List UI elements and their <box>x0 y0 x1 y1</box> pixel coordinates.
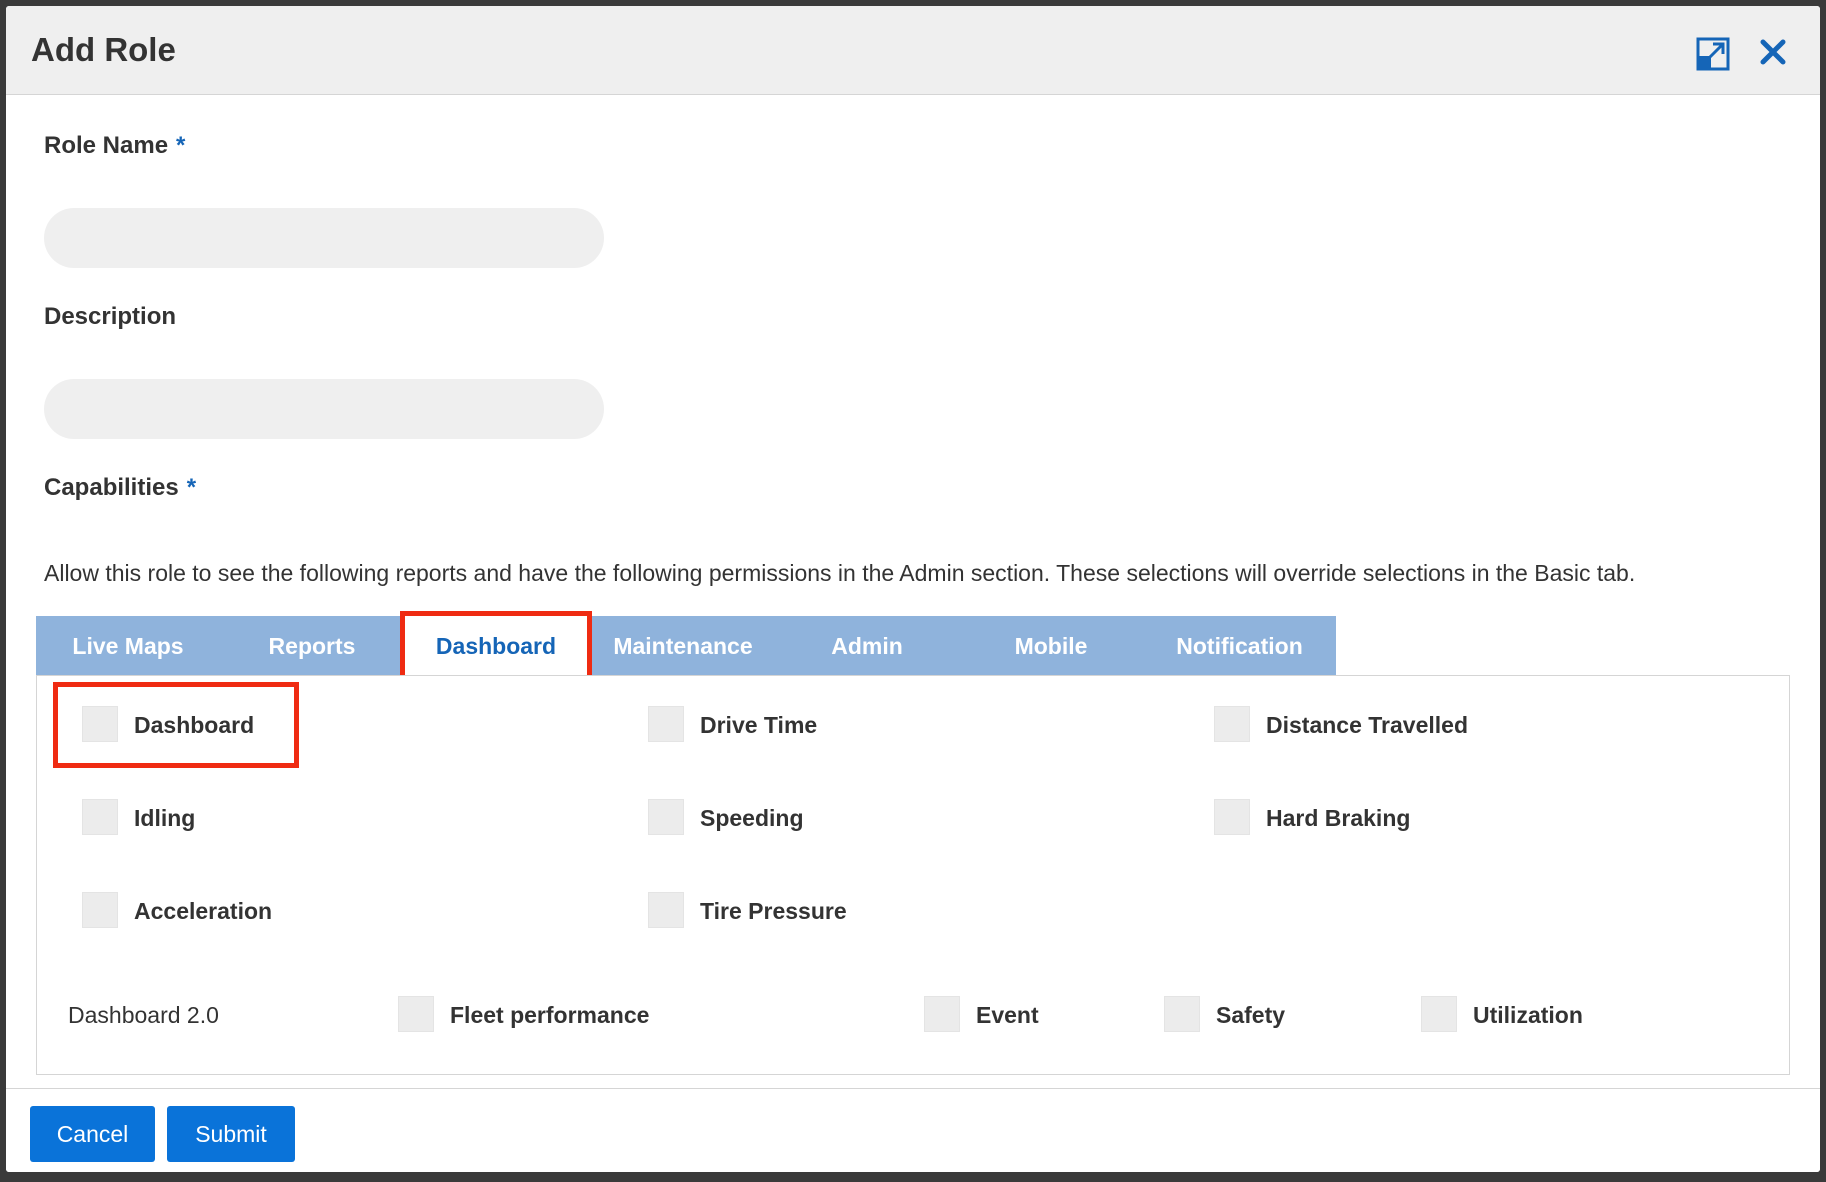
required-marker: * <box>186 474 197 501</box>
acceleration-checkbox[interactable] <box>82 892 118 928</box>
tab-live-maps[interactable]: Live Maps <box>36 616 220 676</box>
description-label: Description <box>44 303 177 330</box>
tab-dashboard[interactable]: Dashboard <box>400 611 592 681</box>
drive-time-checkbox[interactable] <box>648 706 684 742</box>
cancel-button[interactable]: Cancel <box>30 1106 155 1162</box>
required-marker: * <box>176 132 186 159</box>
dialog-title: Add Role <box>31 31 176 68</box>
tab-mobile[interactable]: Mobile <box>959 616 1143 676</box>
tab-reports[interactable]: Reports <box>220 616 404 676</box>
add-role-dialog: Add Role Role Name * Description Capabili… <box>6 6 1820 1172</box>
safety-checkbox[interactable] <box>1164 996 1200 1032</box>
tab-notification[interactable]: Notification <box>1143 616 1336 676</box>
tire-pressure-checkbox-label: Tire Pressure <box>700 898 847 924</box>
event-checkbox-label: Event <box>976 1002 1039 1028</box>
close-icon[interactable] <box>1758 37 1788 72</box>
expand-icon[interactable] <box>1696 37 1730 76</box>
fleet-performance-checkbox[interactable] <box>398 996 434 1032</box>
description-input[interactable] <box>44 379 604 439</box>
safety-checkbox-label: Safety <box>1216 1002 1286 1028</box>
hard-braking-checkbox-label: Hard Braking <box>1266 805 1411 831</box>
tab-maintenance[interactable]: Maintenance <box>591 616 775 676</box>
submit-button[interactable]: Submit <box>167 1106 295 1162</box>
role-name-input[interactable] <box>44 208 604 268</box>
idling-checkbox[interactable] <box>82 799 118 835</box>
dialog-header: Add Role <box>6 6 1820 95</box>
dashboard-checkbox-label: Dashboard <box>134 712 255 738</box>
tire-pressure-checkbox[interactable] <box>648 892 684 928</box>
dashboard2-label: Dashboard 2.0 <box>68 1002 219 1028</box>
tab-admin[interactable]: Admin <box>775 616 959 676</box>
speeding-checkbox-label: Speeding <box>700 805 804 831</box>
fleet-performance-checkbox-label: Fleet performance <box>450 1002 650 1028</box>
utilization-checkbox[interactable] <box>1421 996 1457 1032</box>
dashboard-checkbox[interactable] <box>82 706 118 742</box>
speeding-checkbox[interactable] <box>648 799 684 835</box>
capabilities-description: Allow this role to see the following rep… <box>44 560 1636 586</box>
distance-travelled-checkbox-label: Distance Travelled <box>1266 712 1468 738</box>
idling-checkbox-label: Idling <box>134 805 196 831</box>
role-name-label-text: Role Name <box>44 132 169 159</box>
distance-travelled-checkbox[interactable] <box>1214 706 1250 742</box>
acceleration-checkbox-label: Acceleration <box>134 898 273 924</box>
drive-time-checkbox-label: Drive Time <box>700 712 818 738</box>
event-checkbox[interactable] <box>924 996 960 1032</box>
capabilities-label: Capabilities * <box>44 474 196 502</box>
capabilities-label-text: Capabilities <box>44 474 179 501</box>
role-name-label: Role Name * <box>44 132 185 160</box>
hard-braking-checkbox[interactable] <box>1214 799 1250 835</box>
utilization-checkbox-label: Utilization <box>1473 1002 1583 1028</box>
